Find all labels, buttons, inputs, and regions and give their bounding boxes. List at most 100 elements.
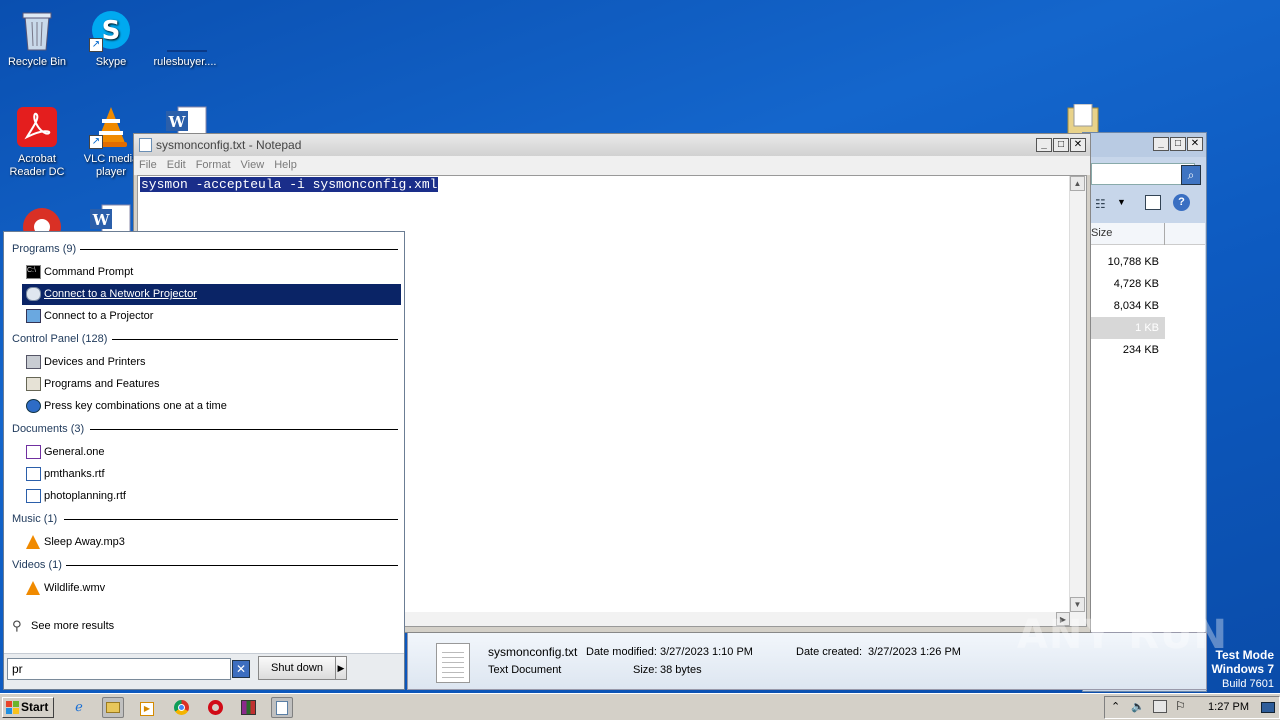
result-photoplanning-rtf[interactable]: photoplanning.rtf bbox=[22, 486, 401, 507]
network-projector-icon bbox=[26, 287, 41, 301]
desktop-icon-skype[interactable]: S ↗ Skype bbox=[74, 8, 148, 69]
group-header-music: Music (1) bbox=[12, 513, 58, 525]
menu-file[interactable]: File bbox=[134, 156, 162, 171]
word-document-icon-2[interactable]: W bbox=[88, 203, 134, 231]
show-hidden-icons-chevron-icon[interactable]: ⌃ bbox=[1111, 700, 1120, 713]
notepad-taskbar-icon[interactable] bbox=[271, 697, 293, 718]
size-cell[interactable]: 10,788 KB bbox=[1091, 251, 1205, 273]
winrar-icon[interactable] bbox=[237, 697, 259, 718]
scroll-down-icon[interactable]: ▼ bbox=[1070, 597, 1085, 612]
divider bbox=[66, 565, 398, 566]
clock[interactable]: 1:27 PM bbox=[1208, 701, 1249, 713]
size-label: Size: bbox=[633, 664, 658, 676]
skype-icon: S ↗ bbox=[89, 8, 133, 52]
result-programs-features[interactable]: Programs and Features bbox=[22, 374, 401, 395]
desktop-icon-acrobat[interactable]: Acrobat Reader DC bbox=[0, 105, 74, 179]
printer-icon bbox=[26, 355, 41, 369]
word-file-icon bbox=[26, 489, 41, 503]
vlc-cone-icon bbox=[26, 581, 40, 595]
column-header-size[interactable]: Size bbox=[1091, 223, 1205, 245]
vertical-scrollbar[interactable]: ▲ ▼ bbox=[1069, 176, 1086, 626]
vlc-icon: ↗ bbox=[89, 105, 133, 149]
search-icon[interactable]: ⌕ bbox=[1181, 165, 1201, 185]
programs-features-icon bbox=[26, 377, 41, 391]
desktop-icon-label: rulesbuyer.... bbox=[153, 56, 217, 68]
divider bbox=[90, 429, 398, 430]
search-icon: ⚲ bbox=[12, 618, 22, 633]
chevron-down-icon[interactable]: ▼ bbox=[1117, 197, 1126, 207]
maximize-button[interactable]: □ bbox=[1053, 138, 1069, 152]
action-center-flag-icon[interactable]: ⚐ bbox=[1175, 699, 1186, 713]
file-icon bbox=[163, 8, 207, 52]
scroll-up-icon[interactable]: ▲ bbox=[1070, 176, 1085, 191]
help-icon[interactable]: ? bbox=[1173, 194, 1190, 211]
shutdown-options-arrow-icon[interactable]: ▶ bbox=[335, 656, 347, 680]
divider bbox=[112, 339, 398, 340]
date-modified-value: 3/27/2023 1:10 PM bbox=[660, 646, 753, 658]
folder-desktop-icon[interactable] bbox=[1066, 103, 1102, 135]
close-button[interactable]: ✕ bbox=[1070, 138, 1086, 152]
size-cell[interactable]: 4,728 KB bbox=[1091, 273, 1205, 295]
desktop-icon-label: Skype bbox=[95, 56, 127, 68]
build-label: Build 7601 bbox=[1222, 678, 1274, 690]
result-wildlife[interactable]: Wildlife.wmv bbox=[22, 578, 401, 599]
view-options-icon[interactable]: ☷ bbox=[1095, 197, 1106, 211]
explorer-file-list: Size 10,788 KB 4,728 KB 8,034 KB 1 KB 23… bbox=[1091, 223, 1205, 663]
maximize-button[interactable]: □ bbox=[1170, 137, 1186, 151]
recycle-bin-icon bbox=[15, 8, 59, 52]
notepad-icon bbox=[139, 138, 152, 152]
desktop-icon-label: VLC media player bbox=[83, 153, 139, 178]
word-document-icon[interactable]: W bbox=[164, 105, 210, 136]
taskbar: Start ℯ ▶ ⌃ 🔈 ⚐ 1:27 PM bbox=[0, 693, 1280, 720]
menu-format[interactable]: Format bbox=[191, 156, 236, 171]
chrome-desktop-icon[interactable] bbox=[20, 205, 64, 231]
result-sleep-away[interactable]: Sleep Away.mp3 bbox=[22, 532, 401, 553]
result-press-key-combinations[interactable]: Press key combinations one at a time bbox=[22, 396, 401, 417]
desktop-icon-recycle-bin[interactable]: Recycle Bin bbox=[0, 8, 74, 69]
shut-down-button[interactable]: Shut down bbox=[258, 656, 336, 680]
volume-icon[interactable]: 🔈 bbox=[1131, 700, 1145, 713]
result-pmthanks-rtf[interactable]: pmthanks.rtf bbox=[22, 464, 401, 485]
explorer-window[interactable]: _ □ ✕ ⌕ ☷ ▼ ? Size 10,788 KB 4,728 KB 8,… bbox=[1082, 132, 1207, 692]
minimize-button[interactable]: _ bbox=[1153, 137, 1169, 151]
svg-text:W: W bbox=[92, 211, 111, 229]
svg-text:W: W bbox=[168, 113, 187, 131]
desktop-icon-label: Acrobat Reader DC bbox=[9, 153, 65, 178]
menu-edit[interactable]: Edit bbox=[162, 156, 191, 171]
explorer-titlebar[interactable]: _ □ ✕ bbox=[1083, 133, 1206, 157]
notepad-titlebar[interactable]: sysmonconfig.txt - Notepad _ □ ✕ bbox=[134, 134, 1090, 156]
explorer-search-input[interactable] bbox=[1091, 163, 1195, 185]
media-player-icon[interactable]: ▶ bbox=[136, 697, 158, 718]
size-cell[interactable]: 234 KB bbox=[1091, 339, 1205, 361]
result-command-prompt[interactable]: C:\ Command Prompt bbox=[22, 262, 401, 283]
minimize-button[interactable]: _ bbox=[1036, 138, 1052, 152]
windows-version-label: Windows 7 bbox=[1211, 662, 1274, 676]
start-search-input[interactable] bbox=[7, 658, 231, 680]
result-connect-network-projector[interactable]: Connect to a Network Projector bbox=[22, 284, 401, 305]
result-connect-projector[interactable]: Connect to a Projector bbox=[22, 306, 401, 327]
internet-explorer-icon[interactable]: ℯ bbox=[68, 697, 90, 718]
show-desktop-icon[interactable] bbox=[1261, 702, 1275, 713]
opera-icon[interactable] bbox=[204, 697, 226, 718]
preview-pane-icon[interactable] bbox=[1145, 195, 1161, 210]
start-button[interactable]: Start bbox=[2, 697, 54, 718]
start-menu-footer: ✕ Shut down ▶ bbox=[4, 653, 404, 689]
chrome-icon[interactable] bbox=[170, 697, 192, 718]
menu-help[interactable]: Help bbox=[269, 156, 302, 171]
size-cell[interactable]: 8,034 KB bbox=[1091, 295, 1205, 317]
result-general-one[interactable]: General.one bbox=[22, 442, 401, 463]
word-file-icon bbox=[26, 467, 41, 481]
file-explorer-icon[interactable] bbox=[102, 697, 124, 718]
desktop-icon-rulesbuyer[interactable]: rulesbuyer.... bbox=[148, 8, 222, 69]
selected-text[interactable]: sysmon -accepteula -i sysmonconfig.xml bbox=[140, 177, 439, 192]
size-cell-selected[interactable]: 1 KB bbox=[1091, 317, 1165, 339]
see-more-results-link[interactable]: ⚲ See more results bbox=[10, 616, 210, 637]
result-devices-printers[interactable]: Devices and Printers bbox=[22, 352, 401, 373]
menu-view[interactable]: View bbox=[236, 156, 270, 171]
acrobat-icon bbox=[15, 105, 59, 149]
system-tray: ⌃ 🔈 ⚐ 1:27 PM bbox=[1104, 696, 1280, 719]
group-header-documents: Documents (3) bbox=[12, 423, 85, 435]
network-icon[interactable] bbox=[1153, 700, 1167, 713]
close-button[interactable]: ✕ bbox=[1187, 137, 1203, 151]
clear-search-icon[interactable]: ✕ bbox=[232, 660, 250, 678]
